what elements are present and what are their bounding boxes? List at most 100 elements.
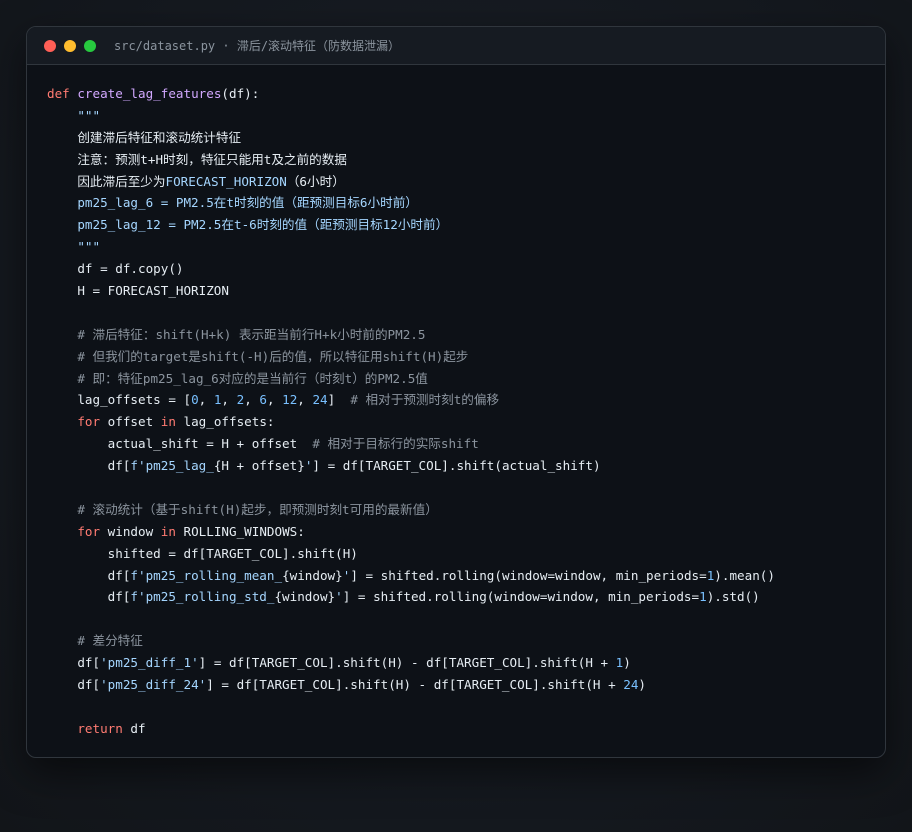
code-token: ] = df[TARGET_COL].shift(H) - df[TARGET_… bbox=[206, 677, 624, 693]
code-token: {window} bbox=[274, 589, 336, 605]
code-line: shifted = df[TARGET_COL].shift(H) bbox=[47, 543, 775, 565]
code-token: 12 bbox=[282, 392, 298, 408]
code-token: ) bbox=[623, 655, 631, 671]
code-line: # 滚动统计（基于shift(H)起步，即预测时刻t可用的最新值） bbox=[47, 499, 775, 521]
code-token: , bbox=[244, 392, 260, 408]
code-token: ] = shifted.rolling(window=window, min_p… bbox=[342, 589, 700, 605]
code-token: （6小时） bbox=[286, 173, 345, 189]
code-token: # 差分特征 bbox=[47, 633, 143, 649]
code-token: df[ bbox=[47, 677, 101, 693]
code-line: # 但我们的target是shift(-H)后的值，所以特征用shift(H)起… bbox=[47, 346, 775, 368]
code-line: df[f'pm25_rolling_std_{window}'] = shift… bbox=[47, 586, 775, 608]
code-token: shifted = df[TARGET_COL].shift(H) bbox=[47, 545, 358, 561]
code-token: # 滚动统计（基于shift(H)起步，即预测时刻t可用的最新值） bbox=[47, 501, 438, 517]
code-token: , bbox=[266, 392, 283, 408]
maximize-dot-icon[interactable] bbox=[84, 39, 96, 52]
code-line: """ bbox=[47, 105, 775, 127]
code-line: 注意：预测t+H时刻，特征只能用t及之前的数据 bbox=[47, 149, 775, 171]
code-token: lag_offsets: bbox=[175, 414, 275, 430]
code-token: df[ bbox=[47, 567, 131, 583]
code-line: 创建滞后特征和滚动统计特征 bbox=[47, 127, 775, 149]
code-line: for window in ROLLING_WINDOWS: bbox=[47, 521, 775, 543]
code-token: 创建滞后特征和滚动统计特征 bbox=[47, 129, 242, 145]
code-token: H = FORECAST_HORIZON bbox=[47, 283, 229, 299]
code-token: ] = shifted.rolling(window=window, min_p… bbox=[350, 567, 707, 583]
code-line: df['pm25_diff_24'] = df[TARGET_COL].shif… bbox=[47, 674, 775, 696]
code-token: {H + offset} bbox=[213, 458, 305, 474]
code-token: ).mean() bbox=[714, 567, 775, 583]
code-line: df[f'pm25_lag_{H + offset}'] = df[TARGET… bbox=[47, 455, 775, 477]
code-token: # 但我们的target是shift(-H)后的值，所以特征用shift(H)起… bbox=[47, 348, 469, 364]
code-token: for bbox=[47, 414, 101, 430]
code-line: H = FORECAST_HORIZON bbox=[47, 280, 775, 302]
code-token: df[ bbox=[47, 589, 131, 605]
code-line: for offset in lag_offsets: bbox=[47, 411, 775, 433]
code-token: 0 bbox=[191, 392, 199, 408]
code-token: window bbox=[100, 523, 161, 539]
code-token: f'pm25_rolling_std_ bbox=[130, 589, 275, 605]
code-token: """ bbox=[47, 107, 101, 123]
code-token: 因此滞后至少为 bbox=[47, 173, 166, 189]
code-token: pm25_lag_12 = PM2.5在t-6时刻的值（距预测目标12小时前） bbox=[47, 217, 449, 233]
code-token: , bbox=[198, 392, 214, 408]
code-token: , bbox=[297, 392, 313, 408]
code-line: pm25_lag_6 = PM2.5在t时刻的值（距预测目标6小时前） bbox=[47, 192, 775, 214]
code-token: 24 bbox=[312, 392, 328, 408]
code-token: ] = df[TARGET_COL].shift(actual_shift) bbox=[312, 458, 601, 474]
code-token: create_lag_features bbox=[77, 86, 222, 101]
code-token: , bbox=[221, 392, 237, 408]
code-token: 'pm25_diff_24' bbox=[100, 677, 207, 693]
code-token: pm25_lag_6 = PM2.5在t时刻的值（距预测目标6小时前） bbox=[47, 195, 418, 211]
code-line: return df bbox=[47, 718, 775, 740]
code-token: ] = df[TARGET_COL].shift(H) - df[TARGET_… bbox=[198, 655, 616, 671]
code-line: """ bbox=[47, 236, 775, 258]
code-token: # 即：特征pm25_lag_6对应的是当前行（时刻t）的PM2.5值 bbox=[47, 370, 428, 386]
code-token: # 相对于目标行的实际shift bbox=[312, 436, 479, 452]
code-token: # 相对于预测时刻t的偏移 bbox=[350, 392, 500, 408]
code-token: 注意：预测t+H时刻，特征只能用t及之前的数据 bbox=[47, 151, 347, 167]
code-line: def create_lag_features(df): bbox=[47, 83, 775, 105]
code-token: ' bbox=[335, 589, 343, 605]
code-line: actual_shift = H + offset # 相对于目标行的实际shi… bbox=[47, 433, 775, 455]
code-token: 24 bbox=[623, 677, 639, 693]
code-token: ) bbox=[638, 677, 647, 693]
code-token: df[ bbox=[47, 655, 101, 671]
code-token: ).std() bbox=[706, 589, 760, 605]
code-token: 6 bbox=[259, 392, 267, 408]
code-line: lag_offsets = [0, 1, 2, 6, 12, 24] # 相对于… bbox=[47, 389, 775, 411]
code-line: pm25_lag_12 = PM2.5在t-6时刻的值（距预测目标12小时前） bbox=[47, 214, 775, 236]
code-line: # 差分特征 bbox=[47, 630, 775, 652]
code-line: 因此滞后至少为FORECAST_HORIZON（6小时） bbox=[47, 171, 775, 193]
code-window: src/dataset.py · 滞后/滚动特征（防数据泄漏） def crea… bbox=[26, 26, 886, 758]
code-token: f'pm25_rolling_mean_ bbox=[130, 567, 283, 583]
minimize-dot-icon[interactable] bbox=[64, 39, 76, 52]
code-token: in bbox=[160, 414, 176, 430]
code-token: in bbox=[160, 523, 176, 539]
code-line: # 即：特征pm25_lag_6对应的是当前行（时刻t）的PM2.5值 bbox=[47, 368, 775, 390]
code-token: 1 bbox=[699, 589, 707, 605]
code-token: df = df.copy() bbox=[47, 261, 184, 277]
code-line: df[f'pm25_rolling_mean_{window}'] = shif… bbox=[47, 565, 775, 587]
code-token: ] bbox=[327, 392, 351, 408]
code-token: lag_offsets = [ bbox=[47, 392, 192, 408]
code-token: # 滞后特征：shift(H+k) 表示距当前行H+k小时前的PM2.5 bbox=[47, 326, 426, 342]
code-token: FORECAST_HORIZON bbox=[165, 173, 287, 189]
code-token: 'pm25_diff_1' bbox=[100, 655, 199, 671]
close-dot-icon[interactable] bbox=[44, 39, 56, 52]
code-token: df bbox=[122, 720, 146, 736]
window-title: src/dataset.py · 滞后/滚动特征（防数据泄漏） bbox=[114, 39, 401, 53]
code-token: (df): bbox=[221, 86, 260, 101]
code-token: offset bbox=[100, 414, 161, 430]
code-token: def bbox=[47, 86, 78, 101]
code-token: {window} bbox=[282, 567, 343, 583]
code-token: for bbox=[47, 523, 101, 539]
code-token: ROLLING_WINDOWS: bbox=[175, 523, 305, 539]
code-line: # 滞后特征：shift(H+k) 表示距当前行H+k小时前的PM2.5 bbox=[47, 324, 775, 346]
code-token: df[ bbox=[47, 458, 131, 474]
code-token: return bbox=[47, 720, 123, 736]
code-line: df = df.copy() bbox=[47, 258, 775, 280]
code-block[interactable]: def create_lag_features(df): """ 创建滞后特征和… bbox=[47, 83, 775, 740]
